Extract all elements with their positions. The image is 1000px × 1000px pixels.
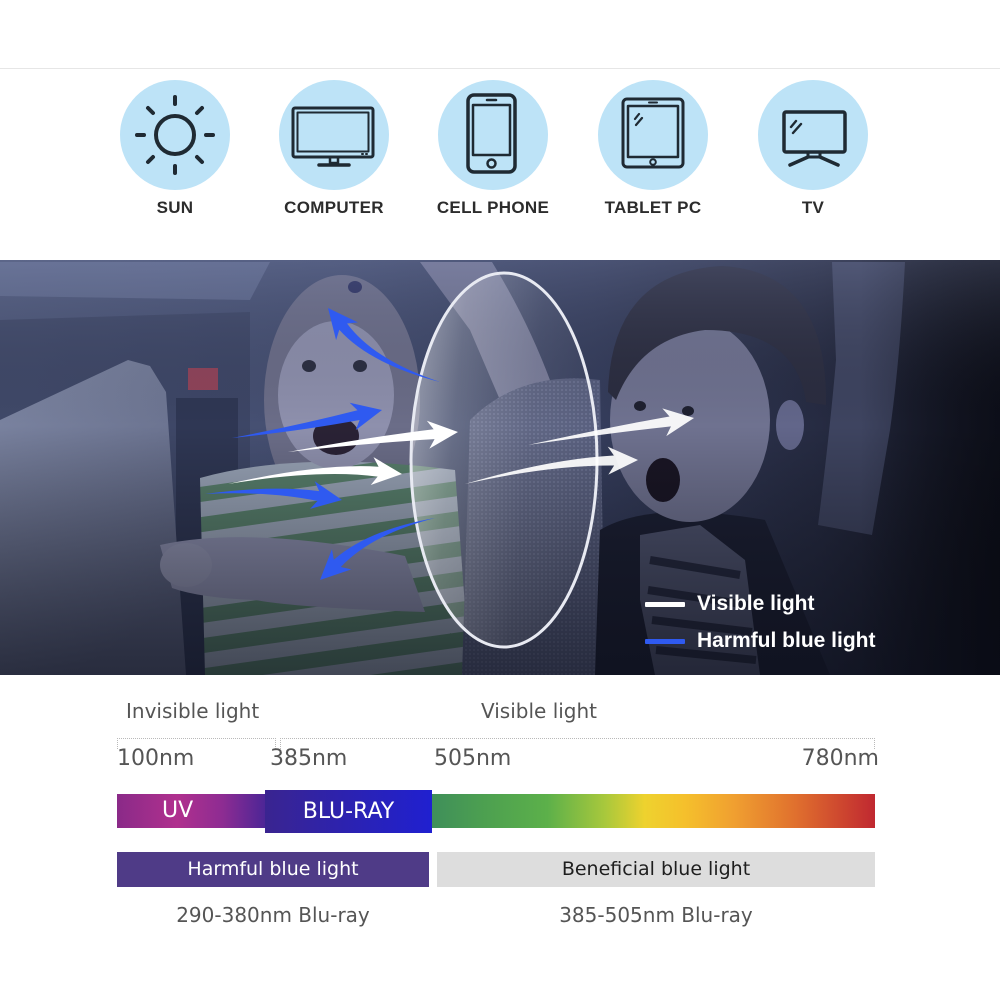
device-tv: TV [733, 80, 893, 218]
blu-ray-band-label: BLU-RAY [302, 799, 395, 824]
device-label: TABLET PC [604, 198, 702, 217]
legend-item-visible-light: Visible light [645, 591, 814, 617]
photo-scene [0, 260, 1000, 675]
computer-icon-circle [279, 80, 389, 190]
uv-band: UV [117, 794, 267, 828]
computer-monitor-icon [291, 106, 375, 167]
lens-icon [409, 271, 599, 649]
visible-spectrum-band [432, 794, 875, 828]
legend-label: Visible light [697, 592, 815, 615]
device-tablet-pc: TABLET PC [573, 80, 733, 218]
device-sun: SUN [95, 80, 255, 218]
device-cell-phone: CELL PHONE [413, 80, 573, 218]
tablet-icon-circle [598, 80, 708, 190]
blu-ray-band: BLU-RAY [265, 790, 432, 833]
legend-item-harmful-blue-light: Harmful blue light [645, 628, 876, 654]
cell-phone-icon-circle [438, 80, 548, 190]
sun-icon [135, 95, 215, 175]
top-divider [0, 68, 1000, 69]
lens-illustration-photo: Visible light Harmful blue light [0, 260, 1000, 675]
beneficial-blue-light-box: Beneficial blue light [437, 852, 875, 887]
legend-label: Harmful blue light [697, 629, 876, 652]
tick-label: 100nm [117, 746, 195, 771]
uv-band-label: UV [162, 798, 194, 823]
region-label-invisible: Invisible light [126, 699, 260, 723]
sun-icon-circle [120, 80, 230, 190]
beneficial-range-label: 385-505nm Blu-ray [559, 903, 753, 927]
harmful-blue-light-swatch [645, 638, 685, 644]
tick-label: 780nm [801, 746, 879, 771]
visible-range-bracket [280, 738, 875, 749]
device-computer: COMPUTER [254, 80, 414, 218]
tablet-icon [621, 97, 685, 169]
region-label-visible: Visible light [481, 699, 598, 723]
harmful-range-label: 290-380nm Blu-ray [176, 903, 370, 927]
tick-label: 505nm [434, 746, 512, 771]
device-label: SUN [156, 198, 194, 217]
device-label: COMPUTER [284, 198, 384, 217]
cell-phone-icon [466, 93, 517, 174]
tick-label: 385nm [270, 746, 348, 771]
tv-icon-circle [758, 80, 868, 190]
visible-light-swatch [645, 601, 685, 607]
tv-icon [782, 110, 847, 167]
device-label: TV [801, 198, 825, 217]
harmful-blue-light-box: Harmful blue light [117, 852, 429, 887]
device-label: CELL PHONE [436, 198, 550, 217]
